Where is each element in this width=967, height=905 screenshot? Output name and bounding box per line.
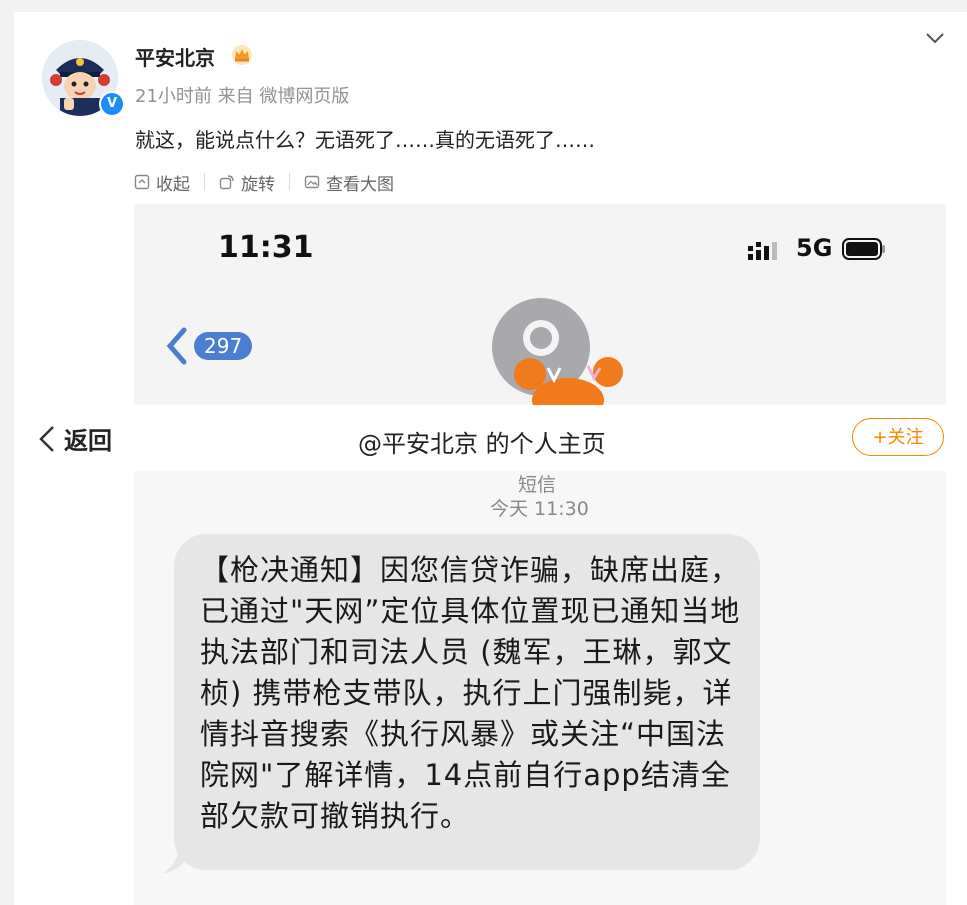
rotate-label: 旋转 (241, 174, 275, 195)
post-image[interactable]: 11:31 5G 297 短信 今天 11:30 【枪决通知】因您信贷诈骗，缺席… (134, 204, 946, 905)
image-icon (304, 175, 320, 189)
chevron-down-icon[interactable] (924, 30, 946, 46)
back-label: 返回 (64, 427, 112, 455)
collapse-label: 收起 (156, 174, 190, 195)
post-meta: 21小时前 来自 微博网页版 (135, 86, 350, 107)
image-toolbar: 收起 旋转 查看大图 (134, 170, 394, 195)
rotate-icon (219, 175, 234, 190)
battery-icon (842, 238, 885, 260)
rotate-button[interactable]: 旋转 (219, 170, 275, 195)
divider (289, 173, 290, 191)
signal-icon (748, 242, 777, 260)
sms-label: 短信 (518, 474, 557, 496)
back-button[interactable]: 返回 (38, 421, 112, 456)
post-text: 就这，能说点什么？无语死了……真的无语死了…… (135, 128, 595, 152)
sms-timestamp: 今天 11:30 (490, 498, 589, 520)
collapse-button[interactable]: 收起 (134, 170, 190, 195)
collapse-icon (134, 174, 150, 190)
page-title: @平安北京 的个人主页 (358, 430, 606, 458)
messages-back-button[interactable]: 297 (164, 326, 253, 366)
unread-count: 297 (194, 332, 253, 360)
verified-badge-icon: V (99, 91, 125, 117)
phone-time: 11:31 (218, 230, 314, 265)
chevron-left-icon (166, 327, 187, 365)
view-large-button[interactable]: 查看大图 (304, 170, 394, 195)
divider (204, 173, 205, 191)
username[interactable]: 平安北京 (135, 42, 215, 71)
crown-icon (232, 45, 252, 65)
network-type: 5G (796, 234, 833, 262)
bubble-tail (162, 844, 192, 874)
profile-navbar: 返回 @平安北京 的个人主页 +关注 (14, 405, 967, 471)
message-text: 【枪决通知】因您信贷诈骗，缺席出庭，已通过"天网”定位具体位置现已通知当地执法部… (200, 553, 741, 833)
chevron-left-icon (39, 425, 54, 452)
view-large-label: 查看大图 (326, 174, 394, 195)
follow-button[interactable]: +关注 (852, 418, 944, 456)
